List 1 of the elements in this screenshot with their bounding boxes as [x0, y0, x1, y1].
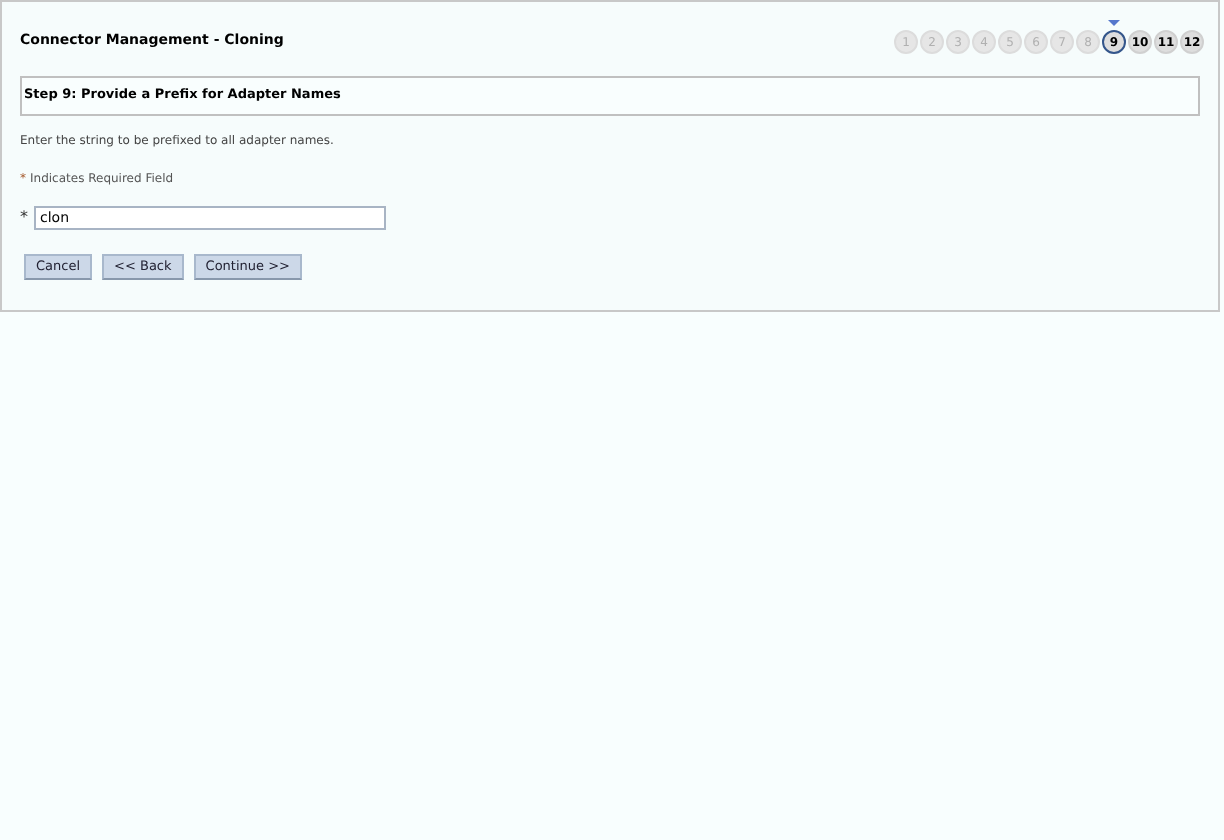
required-asterisk: * [20, 206, 28, 230]
